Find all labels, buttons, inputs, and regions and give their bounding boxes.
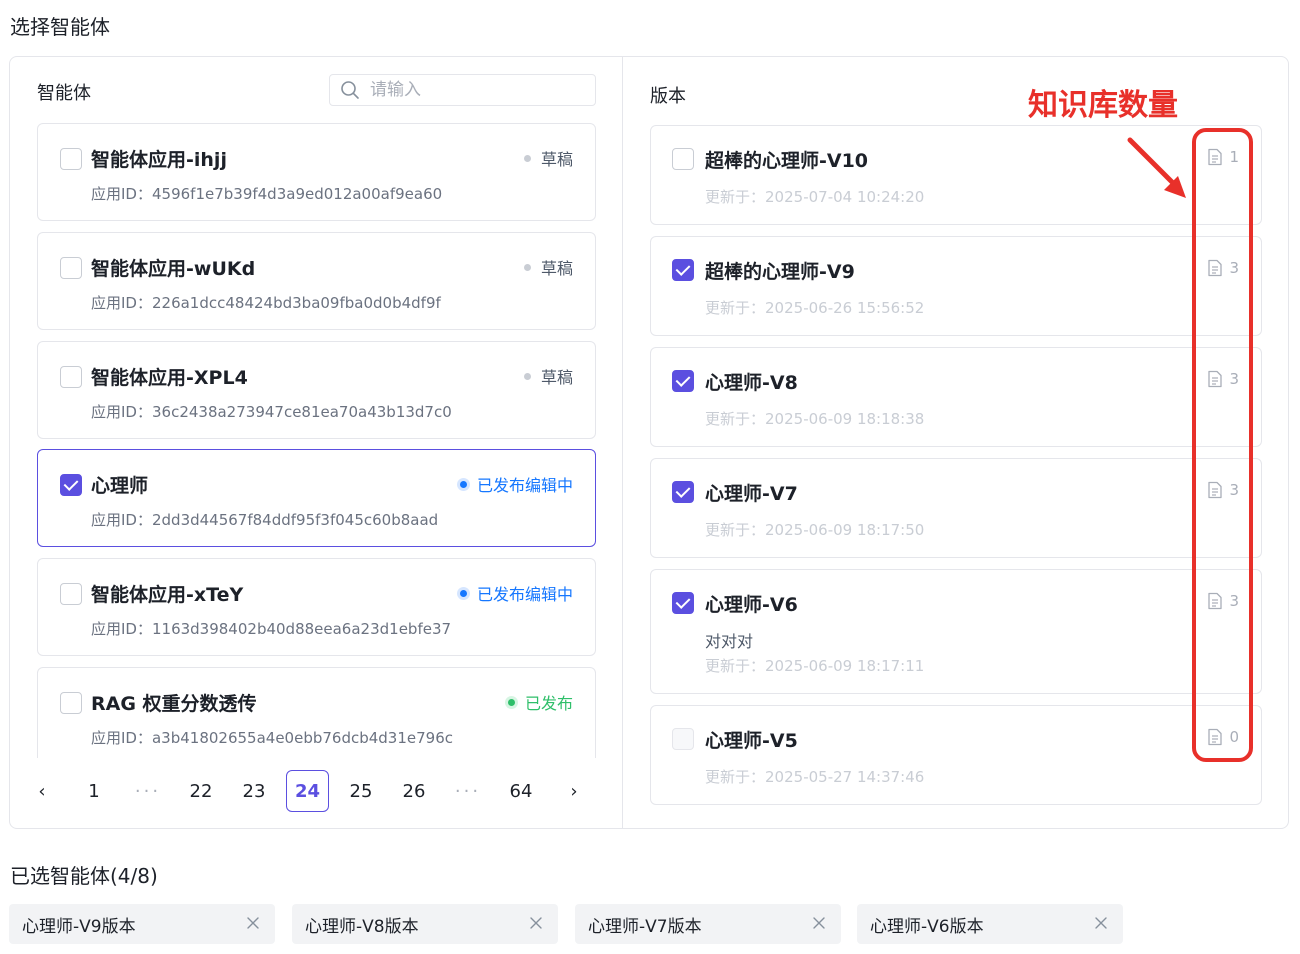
close-icon[interactable] <box>1091 913 1111 933</box>
agent-card[interactable]: 智能体应用-wUKd 应用ID：226a1dcc48424bd3ba09fba0… <box>37 232 596 330</box>
version-name: 心理师-V5 <box>705 730 798 752</box>
version-checkbox-checked[interactable] <box>672 259 694 281</box>
version-note: 对对对 <box>705 632 754 651</box>
agent-name: 智能体应用-XPL4 <box>91 367 248 389</box>
version-card[interactable]: 超棒的心理师-V9 更新于：2025-06-26 15:56:52 3 <box>650 236 1262 336</box>
annotation-label: 知识库数量 <box>1028 88 1178 123</box>
page-button[interactable]: 64 <box>500 770 542 812</box>
page-title: 选择智能体 <box>10 15 110 39</box>
agent-card-selected[interactable]: 心理师 应用ID：2dd3d44567f84ddf95f3f045c60b8aa… <box>37 449 596 547</box>
version-card[interactable]: 心理师-V6 对对对 更新于：2025-06-09 18:17:11 3 <box>650 569 1262 694</box>
agent-card[interactable]: 智能体应用-ihjj 应用ID：4596f1e7b39f4d3a9ed012a0… <box>37 123 596 221</box>
status-dot <box>523 263 531 271</box>
version-updated-time: 更新于：2025-07-04 10:24:20 <box>705 188 925 206</box>
agents-section-label: 智能体 <box>37 83 91 104</box>
version-checkbox-checked[interactable] <box>672 481 694 503</box>
agent-checkbox[interactable] <box>60 583 82 605</box>
agent-checkbox[interactable] <box>60 692 82 714</box>
status-dot <box>459 589 467 597</box>
selected-tag-label: 心理师-V6版本 <box>870 916 984 937</box>
selected-tag: 心理师-V7版本 <box>575 904 841 944</box>
version-name: 心理师-V8 <box>705 372 798 394</box>
annotation-highlight-box <box>1192 128 1253 762</box>
page-button[interactable]: 22 <box>180 770 222 812</box>
agent-card[interactable]: RAG 权重分数透传 应用ID：a3b41802655a4e0ebb76dcb4… <box>37 667 596 758</box>
status-badge: 已发布 <box>507 690 573 714</box>
agent-checkbox[interactable] <box>60 257 82 279</box>
agent-checkbox[interactable] <box>60 148 82 170</box>
versions-section-label: 版本 <box>650 86 686 107</box>
close-icon[interactable] <box>809 913 829 933</box>
selected-tag-label: 心理师-V8版本 <box>305 916 419 937</box>
agent-list: 智能体应用-ihjj 应用ID：4596f1e7b39f4d3a9ed012a0… <box>37 123 597 758</box>
page-button[interactable]: 25 <box>340 770 382 812</box>
version-checkbox[interactable] <box>672 148 694 170</box>
agent-checkbox-checked[interactable] <box>60 474 82 496</box>
agent-search-box[interactable] <box>329 74 596 106</box>
page-button-current[interactable]: 24 <box>286 770 329 812</box>
version-checkbox-checked[interactable] <box>672 370 694 392</box>
panel-divider <box>622 57 623 828</box>
status-badge: 草稿 <box>523 146 573 170</box>
page-button[interactable]: 1 <box>73 770 115 812</box>
page-ellipsis[interactable]: ··· <box>127 770 169 812</box>
page-button[interactable]: 23 <box>233 770 275 812</box>
status-badge: 草稿 <box>523 255 573 279</box>
agent-id: 应用ID：2dd3d44567f84ddf95f3f045c60b8aad <box>91 511 439 529</box>
agent-name: 智能体应用-ihjj <box>91 149 227 171</box>
version-card[interactable]: 心理师-V8 更新于：2025-06-09 18:18:38 3 <box>650 347 1262 447</box>
agent-card[interactable]: 智能体应用-xTeY 应用ID：1163d398402b40d88eea6a23… <box>37 558 596 656</box>
chevron-left-icon[interactable]: ‹ <box>21 770 63 812</box>
version-updated-time: 更新于：2025-06-09 18:18:38 <box>705 410 925 428</box>
selected-tag: 心理师-V8版本 <box>292 904 558 944</box>
agent-id: 应用ID：4596f1e7b39f4d3a9ed012a00af9ea60 <box>91 185 443 203</box>
agent-name: 智能体应用-wUKd <box>91 258 256 280</box>
status-badge: 已发布编辑中 <box>459 472 573 496</box>
version-updated-time: 更新于：2025-06-09 18:17:11 <box>705 657 925 675</box>
agent-id: 应用ID：36c2438a273947ce81ea70a43b13d7c0 <box>91 403 452 421</box>
version-checkbox-checked[interactable] <box>672 592 694 614</box>
version-updated-time: 更新于：2025-06-26 15:56:52 <box>705 299 925 317</box>
status-badge: 草稿 <box>523 364 573 388</box>
agent-id: 应用ID：226a1dcc48424bd3ba09fba0d0b4df9f <box>91 294 441 312</box>
status-dot <box>459 480 467 488</box>
agent-name: 智能体应用-xTeY <box>91 584 244 606</box>
selected-tag-label: 心理师-V7版本 <box>588 916 702 937</box>
page-ellipsis[interactable]: ··· <box>447 770 489 812</box>
agent-name: RAG 权重分数透传 <box>91 693 257 715</box>
status-dot <box>507 698 515 706</box>
agent-search-input[interactable] <box>370 80 590 100</box>
version-updated-time: 更新于：2025-05-27 14:37:46 <box>705 768 925 786</box>
status-dot <box>523 154 531 162</box>
version-name: 心理师-V6 <box>705 594 798 616</box>
version-checkbox-disabled <box>672 728 694 750</box>
search-icon <box>340 80 360 100</box>
selected-agents-title: 已选智能体(4/8) <box>10 864 158 888</box>
agent-id: 应用ID：a3b41802655a4e0ebb76dcb4d31e796c <box>91 729 454 747</box>
page-button[interactable]: 26 <box>393 770 435 812</box>
version-name: 超棒的心理师-V9 <box>705 261 855 283</box>
agent-checkbox[interactable] <box>60 366 82 388</box>
chevron-right-icon[interactable]: › <box>553 770 595 812</box>
agent-id: 应用ID：1163d398402b40d88eea6a23d1ebfe37 <box>91 620 452 638</box>
version-card[interactable]: 心理师-V7 更新于：2025-06-09 18:17:50 3 <box>650 458 1262 558</box>
close-icon[interactable] <box>526 913 546 933</box>
agent-name: 心理师 <box>91 475 149 497</box>
annotation-arrow-icon <box>1127 137 1186 198</box>
status-badge: 已发布编辑中 <box>459 581 573 605</box>
status-dot <box>523 372 531 380</box>
version-card-disabled: 心理师-V5 更新于：2025-05-27 14:37:46 0 <box>650 705 1262 805</box>
selected-tag-label: 心理师-V9版本 <box>22 916 136 937</box>
version-name: 超棒的心理师-V10 <box>705 150 869 172</box>
pagination: ‹ 1 ··· 22 23 24 25 26 ··· 64 › <box>26 770 596 812</box>
selected-tag: 心理师-V9版本 <box>9 904 275 944</box>
version-updated-time: 更新于：2025-06-09 18:17:50 <box>705 521 925 539</box>
selected-tag: 心理师-V6版本 <box>857 904 1123 944</box>
close-icon[interactable] <box>243 913 263 933</box>
version-name: 心理师-V7 <box>705 483 798 505</box>
agent-card[interactable]: 智能体应用-XPL4 应用ID：36c2438a273947ce81ea70a4… <box>37 341 596 439</box>
